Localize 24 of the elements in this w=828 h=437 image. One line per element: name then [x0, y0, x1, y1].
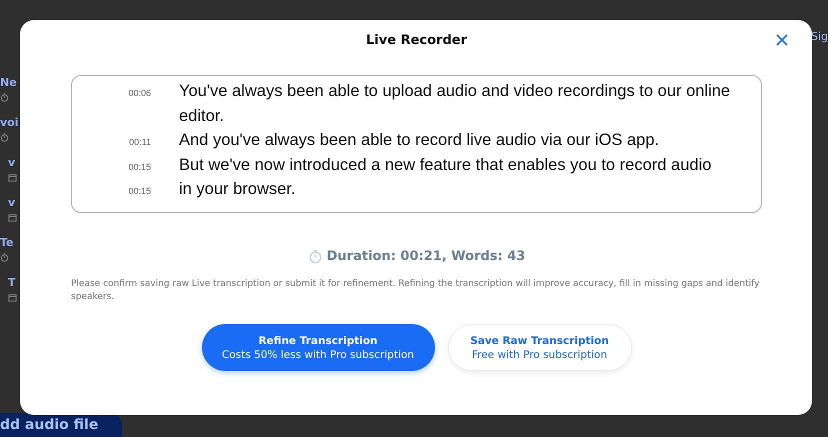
dialog-title: Live Recorder — [366, 32, 467, 48]
sign-in-link[interactable]: Sig — [810, 30, 828, 43]
calendar-icon — [8, 213, 17, 222]
stopwatch-icon — [0, 93, 9, 102]
add-audio-button[interactable]: dd audio file — [0, 413, 122, 437]
timestamp: 00:15 — [127, 186, 152, 196]
transcript-line: You've always been able to upload audio and video recordings to our online editor. — [179, 81, 732, 126]
close-icon — [776, 34, 788, 46]
transcript-line: But we've now introduced a new feature that enables you to record audio — [179, 154, 712, 176]
save-raw-button[interactable]: Save Raw Transcription Free with Pro subscription — [448, 324, 632, 371]
calendar-icon — [8, 173, 17, 182]
stopwatch-icon — [0, 133, 9, 142]
timestamp: 00:06 — [127, 88, 152, 98]
timestamp: 00:15 — [127, 162, 152, 172]
duration-summary: Duration: 00:21, Words: 43 — [326, 249, 526, 264]
transcript-line: And you've always been able to record live audio via our iOS app. — [179, 130, 660, 151]
info-text: Please confirm saving raw Live transcription or submit it for refinement. Refining the transcription will improve accuracy, fill in missing gaps and identify speakers. — [71, 278, 760, 304]
refine-button[interactable]: Refine Transcription Costs 50% less with Pro subscription — [202, 324, 434, 371]
stopwatch-icon — [308, 249, 323, 264]
transcript-line: in your browser. — [179, 179, 296, 200]
stopwatch-icon — [0, 253, 9, 262]
calendar-icon — [8, 293, 17, 302]
close-button[interactable] — [774, 32, 790, 48]
timestamp: 00:11 — [128, 137, 152, 147]
